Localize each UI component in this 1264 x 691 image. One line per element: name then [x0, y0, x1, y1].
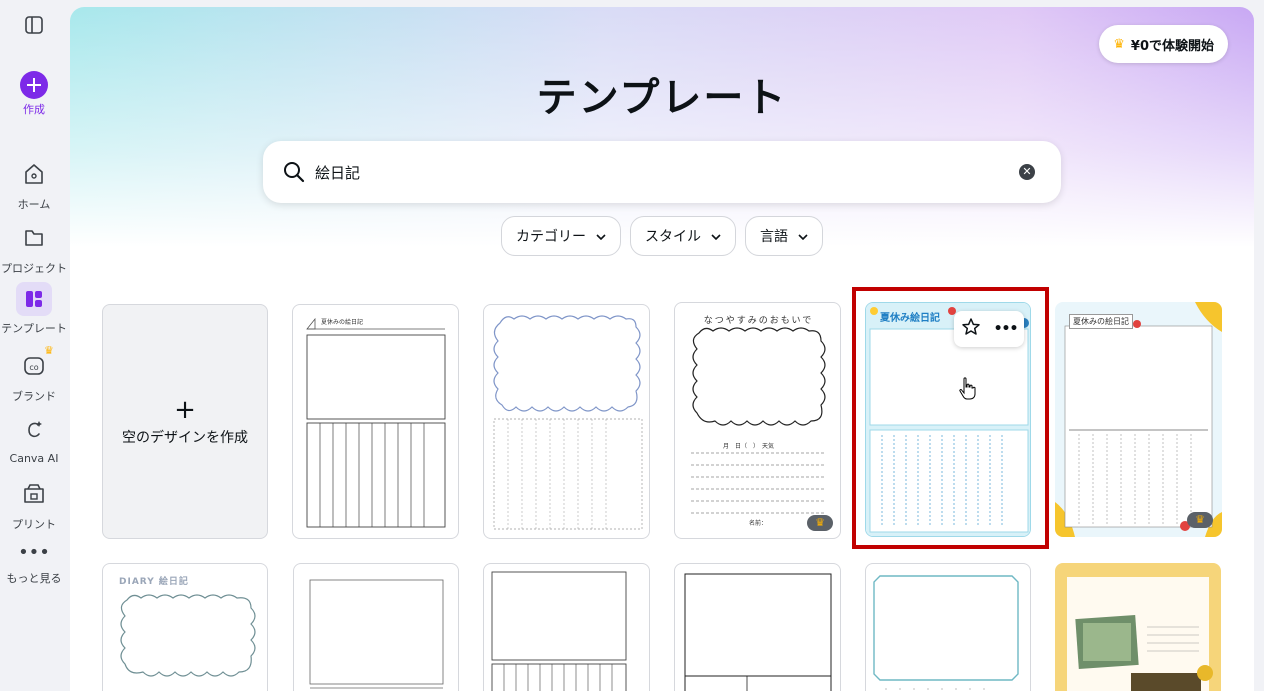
free-trial-label: ¥0で体験開始 — [1130, 38, 1214, 54]
sidebar-item-label: プリント — [12, 518, 56, 531]
create-blank-design-card[interactable]: + 空のデザインを作成 — [102, 304, 268, 539]
template-card[interactable] — [483, 563, 650, 691]
sidebar-item-label: もっと見る — [6, 572, 62, 585]
canva-ai-icon — [17, 416, 51, 448]
template-card[interactable] — [865, 563, 1031, 691]
sidebar-item-label: プロジェクト — [1, 262, 67, 275]
print-icon — [17, 480, 51, 512]
template-card[interactable] — [293, 563, 459, 691]
template-thumbnail — [491, 571, 627, 691]
star-icon[interactable] — [961, 317, 981, 341]
chevron-down-icon — [596, 228, 606, 244]
template-hover-actions: ••• — [954, 311, 1024, 347]
search-input[interactable] — [315, 163, 975, 181]
template-thumbnail — [1055, 302, 1222, 537]
filter-category[interactable]: カテゴリー — [501, 216, 621, 256]
template-name-label: 名前： — [749, 520, 768, 527]
premium-crown-badge: ♛ — [1187, 512, 1213, 528]
filter-bar: カテゴリー スタイル 言語 — [70, 216, 1254, 256]
sidebar-item-home[interactable]: ホーム — [0, 160, 68, 212]
template-icon — [16, 282, 52, 316]
folder-icon — [17, 224, 51, 256]
plus-icon: + — [174, 394, 196, 425]
template-thumbnail — [306, 317, 446, 528]
template-card[interactable] — [674, 563, 841, 691]
sidebar-item-projects[interactable]: プロジェクト — [0, 224, 68, 276]
template-title: 夏休みの絵日記 — [1069, 314, 1133, 329]
template-card[interactable] — [1055, 563, 1221, 691]
sidebar-item-label: ホーム — [17, 198, 51, 211]
sidebar-item-label: 作成 — [23, 103, 45, 116]
sidebar-item-canva-ai[interactable]: Canva AI — [0, 416, 68, 465]
sidebar-item-templates[interactable]: テンプレート — [0, 282, 68, 336]
template-card[interactable]: 夏休みの絵日記 — [292, 304, 459, 539]
sidebar: 作成 ホーム プロジェクト テンプレート co ♛ ブランド Canva AI — [0, 0, 68, 691]
sidebar-item-more[interactable]: ••• もっと見る — [0, 542, 68, 586]
hero-fade — [70, 7, 1254, 247]
sidebar-item-label: テンプレート — [1, 322, 67, 335]
page-title: テンプレート — [536, 75, 788, 121]
create-blank-label: 空のデザインを作成 — [122, 429, 248, 446]
svg-text:co: co — [29, 363, 38, 372]
template-card[interactable]: 夏休みの絵日記 ♛ — [1055, 302, 1222, 537]
sidebar-item-create[interactable]: 作成 — [0, 71, 68, 117]
home-icon — [17, 160, 51, 192]
sidebar-item-print[interactable]: プリント — [0, 480, 68, 532]
template-thumbnail — [493, 315, 643, 530]
template-title: DIARY 絵日記 — [119, 577, 189, 587]
plus-circle-icon — [17, 71, 51, 103]
template-card[interactable] — [483, 304, 650, 539]
template-title: なつやすみのおもいで — [703, 316, 814, 326]
template-thumbnail — [684, 573, 832, 691]
search-bar[interactable]: ✕ — [263, 141, 1061, 203]
sidebar-item-label: Canva AI — [9, 452, 59, 465]
filter-label: カテゴリー — [516, 229, 586, 245]
sidebar-item-brand[interactable]: co ♛ ブランド — [0, 344, 68, 404]
filter-label: 言語 — [760, 229, 788, 245]
template-thumbnail — [1067, 577, 1213, 691]
sidebar-toggle-icon[interactable] — [24, 15, 44, 35]
search-icon — [283, 161, 305, 183]
filter-language[interactable]: 言語 — [745, 216, 823, 256]
main-panel: ♛ ¥0で体験開始 テンプレート ✕ カテゴリー スタイル 言語 + 空のデザイ… — [70, 7, 1254, 691]
filter-style[interactable]: スタイル — [630, 216, 736, 256]
template-title: 夏休みの絵日記 — [321, 319, 364, 326]
template-thumbnail — [309, 579, 444, 689]
clear-search-icon[interactable]: ✕ — [1019, 164, 1035, 180]
filter-label: スタイル — [645, 229, 701, 245]
free-trial-button[interactable]: ♛ ¥0で体験開始 — [1099, 25, 1228, 63]
premium-crown-badge: ♛ — [807, 515, 833, 531]
cursor-hand-icon — [958, 377, 978, 405]
template-card[interactable]: なつやすみのおもいで 月 日（ ） 天気 名前： ♛ — [674, 302, 841, 539]
template-card[interactable]: DIARY 絵日記 — [102, 563, 268, 691]
more-icon: ••• — [18, 542, 50, 563]
chevron-down-icon — [798, 228, 808, 244]
template-footer: 月 日（ ） 天気 — [723, 443, 775, 450]
more-options-icon[interactable]: ••• — [994, 321, 1019, 337]
template-thumbnail — [691, 327, 826, 514]
sidebar-item-label: ブランド — [12, 390, 56, 403]
crown-icon: ♛ — [44, 344, 54, 357]
crown-icon: ♛ — [1113, 36, 1125, 52]
template-thumbnail — [873, 575, 1019, 691]
chevron-down-icon — [711, 228, 721, 244]
